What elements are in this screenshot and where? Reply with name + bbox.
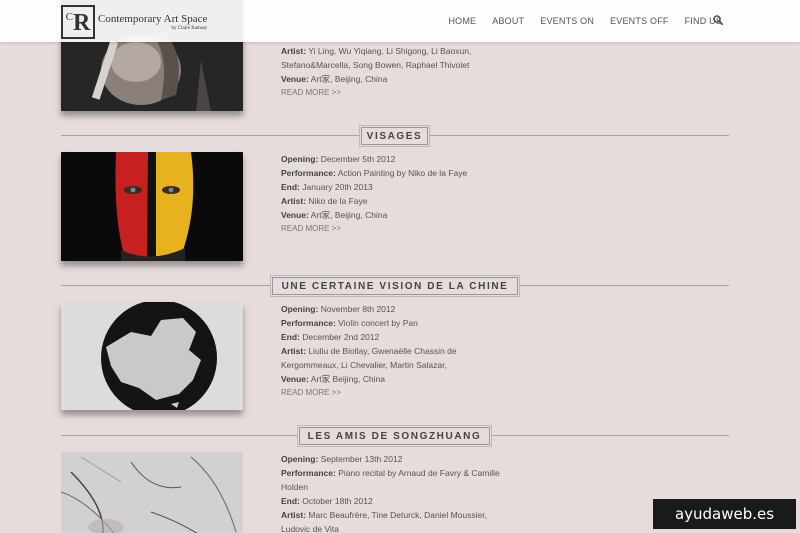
venue-label: Venue: — [281, 374, 309, 384]
event-image-china-map[interactable] — [61, 302, 243, 410]
event-1-performance: Performance: Action Painting by Niko de … — [281, 166, 501, 180]
end-value: October 18th 2012 — [302, 496, 373, 506]
event-2-opening: Opening: November 8th 2012 — [281, 302, 501, 316]
opening-value: November 8th 2012 — [320, 304, 396, 314]
opening-value: December 5th 2012 — [320, 154, 396, 164]
artist-value: Liuliu de Biollay, Gwenaëlle Chassin de — [308, 346, 457, 356]
read-more-link[interactable]: READ MORE >> — [281, 86, 501, 100]
event-2-end: End: December 2nd 2012 — [281, 330, 501, 344]
site-logo[interactable]: C R Contemporary Art Space by Claire Ram… — [61, 4, 241, 40]
performance-label: Performance: — [281, 318, 336, 328]
performance-value: Piano recital by Arnaud de Favry & Camil… — [338, 468, 500, 478]
end-value: December 2nd 2012 — [302, 332, 380, 342]
venue-value: Art家 Beijing, China — [310, 374, 385, 384]
event-3-performance: Performance: Piano recital by Arnaud de … — [281, 466, 501, 480]
event-3-end: End: October 18th 2012 — [281, 494, 501, 508]
venue-value: Art家, Beijing, China — [310, 210, 388, 220]
end-label: End: — [281, 496, 300, 506]
event-0-artist: Artist: Yi Ling, Wu Yiqiang, Li Shigong,… — [281, 44, 501, 58]
artist-label: Artist: — [281, 46, 307, 56]
event-2-artist: Artist: Liuliu de Biollay, Gwenaëlle Cha… — [281, 344, 501, 358]
event-0-artist-cont: Stefano&Marcella, Song Bowen, Raphael Th… — [281, 60, 470, 70]
performance-value: Violin concert by Pan — [338, 318, 418, 328]
event-1-artist: Artist: Niko de la Faye — [281, 194, 501, 208]
nav-events-on[interactable]: EVENTS ON — [540, 16, 594, 26]
artist-label: Artist: — [281, 196, 307, 206]
event-3-artist-cont: Ludovic de Vita — [281, 524, 339, 533]
artist-label: Artist: — [281, 346, 307, 356]
event-1-end: End: January 20th 2013 — [281, 180, 501, 194]
opening-label: Opening: — [281, 454, 319, 464]
artist-value: Marc Beaufrère, Tine Deturck, Daniel Mou… — [308, 510, 487, 520]
event-title[interactable]: LES AMIS DE SONGZHUANG — [299, 427, 490, 445]
performance-label: Performance: — [281, 468, 336, 478]
nav-home[interactable]: HOME — [448, 16, 476, 26]
event-title[interactable]: VISAGES — [361, 127, 428, 145]
logo-text: Contemporary Art Space by Claire Ramsay — [98, 13, 207, 31]
artist-value: Yi Ling, Wu Yiqiang, Li Shigong, Li Baox… — [308, 46, 472, 56]
end-label: End: — [281, 332, 300, 342]
event-3-artist: Artist: Marc Beaufrère, Tine Deturck, Da… — [281, 508, 501, 522]
read-more-link[interactable]: READ MORE >> — [281, 222, 501, 236]
event-2-artist-cont: Kergommeaux, Li Chevalier, Martin Salaza… — [281, 360, 447, 370]
event-image-face[interactable] — [61, 152, 243, 261]
sketch-photo — [61, 452, 243, 533]
event-2-venue: Venue: Art家 Beijing, China — [281, 372, 501, 386]
performance-value: Action Painting by Niko de la Faye — [337, 168, 468, 178]
search-icon[interactable] — [713, 15, 723, 25]
venue-value: Art家, Beijing, China — [310, 74, 388, 84]
event-1-opening: Opening: December 5th 2012 — [281, 152, 501, 166]
performance-label: Performance: — [281, 168, 336, 178]
event-3-opening: Opening: September 13th 2012 — [281, 452, 501, 466]
logo-mark: C R — [61, 5, 95, 39]
painted-face-photo — [61, 152, 243, 261]
brand-byline: by Claire Ramsay — [171, 26, 208, 31]
event-0-venue: Venue: Art家, Beijing, China — [281, 72, 501, 86]
artist-value: Niko de la Faye — [308, 196, 368, 206]
event-info-2: Opening: November 8th 2012 Performance: … — [281, 302, 501, 400]
event-info-3: Opening: September 13th 2012 Performance… — [281, 452, 501, 533]
main-nav: HOME ABOUT EVENTS ON EVENTS OFF FIND US — [448, 0, 722, 42]
venue-label: Venue: — [281, 210, 309, 220]
end-label: End: — [281, 182, 300, 192]
opening-label: Opening: — [281, 154, 319, 164]
event-1-venue: Venue: Art家, Beijing, China — [281, 208, 501, 222]
logo-r: R — [73, 10, 91, 36]
opening-value: September 13th 2012 — [320, 454, 403, 464]
venue-label: Venue: — [281, 74, 309, 84]
event-info-1: Opening: December 5th 2012 Performance: … — [281, 152, 501, 236]
read-more-link[interactable]: READ MORE >> — [281, 386, 501, 400]
watermark: ayudaweb.es — [653, 499, 796, 529]
site-header: C R Contemporary Art Space by Claire Ram… — [0, 0, 800, 42]
end-value: January 20th 2013 — [302, 182, 373, 192]
artist-label: Artist: — [281, 510, 307, 520]
event-3-performance-cont: Holden — [281, 482, 308, 492]
event-2-performance: Performance: Violin concert by Pan — [281, 316, 501, 330]
nav-about[interactable]: ABOUT — [492, 16, 524, 26]
event-title[interactable]: UNE CERTAINE VISION DE LA CHINE — [272, 277, 518, 295]
event-image-sketch[interactable] — [61, 452, 243, 533]
brand-name: Contemporary Art Space — [98, 13, 208, 25]
nav-events-off[interactable]: EVENTS OFF — [610, 16, 669, 26]
opening-label: Opening: — [281, 304, 319, 314]
logo-c: C — [65, 11, 73, 23]
china-map-photo — [61, 302, 243, 410]
